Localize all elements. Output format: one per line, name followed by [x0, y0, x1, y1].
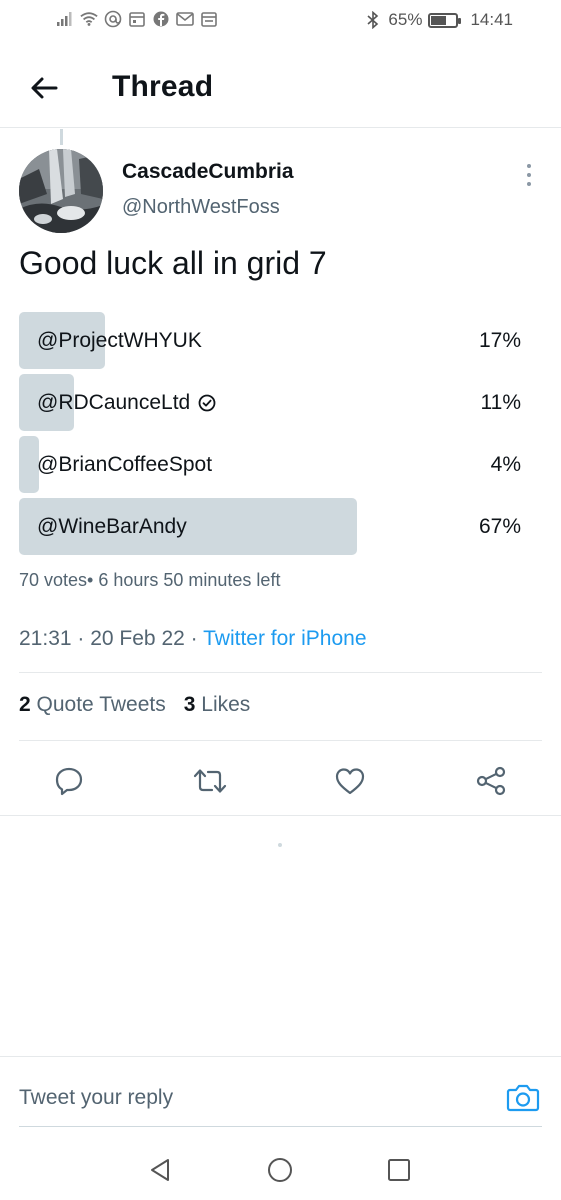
battery-level: [431, 15, 447, 25]
quote-tweets-label: Quote Tweets: [36, 693, 166, 716]
reply-underline: [19, 1126, 542, 1127]
tweet-timestamp: 21:31 · 20 Feb 22 · Twitter for iPhone: [19, 627, 367, 651]
divider: [0, 815, 561, 816]
more-dot: [527, 182, 531, 186]
poll-option-label: @RDCaunceLtd: [37, 391, 191, 414]
like-button[interactable]: [330, 761, 370, 801]
nav-recents-button[interactable]: [381, 1152, 417, 1188]
status-icons-left: [56, 10, 218, 28]
tweet-stats: 2 Quote Tweets 3 Likes: [19, 693, 250, 717]
camera-button[interactable]: [505, 1079, 541, 1115]
likes-stat[interactable]: 3 Likes: [184, 693, 251, 717]
battery-percent: 65%: [388, 10, 423, 29]
triangle-back-icon: [151, 1159, 169, 1181]
poll-option-label: @ProjectWHYUK: [37, 329, 202, 352]
quote-tweets-count: 2: [19, 693, 31, 716]
reply-icon: [55, 767, 83, 796]
back-button[interactable]: [26, 70, 62, 106]
reply-input[interactable]: [19, 1083, 459, 1113]
separator-dot: ·: [77, 627, 91, 650]
poll-option-percent: 11%: [480, 391, 521, 414]
battery-icon: [428, 12, 462, 28]
loading-indicator: [278, 843, 282, 847]
facebook-icon: [152, 10, 170, 28]
more-options-button[interactable]: [519, 160, 539, 190]
poll-meta: 70 votes• 6 hours 50 minutes left: [19, 570, 281, 590]
status-icons-right: 65% 14:41: [364, 10, 513, 30]
poll-option-label-wrap: @ProjectWHYUK: [37, 329, 202, 353]
thread-connector-line: [60, 129, 63, 145]
heart-icon: [335, 768, 365, 795]
tweet-date[interactable]: 20 Feb 22: [90, 627, 185, 650]
system-nav-bar: [0, 1140, 561, 1200]
app-header: Thread: [0, 56, 561, 128]
poll: @ProjectWHYUK 17% @RDCaunceLtd 11% @Bria…: [19, 312, 523, 560]
poll-option-label-wrap: @WineBarAndy: [37, 515, 187, 539]
display-name[interactable]: CascadeCumbria: [122, 160, 294, 184]
avatar[interactable]: [19, 149, 103, 233]
poll-option: @RDCaunceLtd 11%: [19, 374, 523, 431]
calendar-icon: [200, 10, 218, 28]
retweet-icon: [193, 769, 227, 793]
separator-dot: ·: [190, 627, 204, 650]
reply-bar: [0, 1056, 561, 1128]
waterfall-avatar-image: [19, 149, 103, 233]
signal-icon: [56, 10, 74, 28]
poll-option-percent: 17%: [478, 329, 521, 352]
reply-button[interactable]: [49, 761, 89, 801]
verified-check-icon: [198, 394, 216, 412]
tweet-time[interactable]: 21:31: [19, 627, 72, 650]
mail-icon: [176, 10, 194, 28]
circle-home-icon: [268, 1158, 292, 1182]
at-icon: [104, 10, 122, 28]
likes-count: 3: [183, 693, 196, 716]
tweet-actions: [0, 755, 561, 805]
share-icon: [476, 766, 506, 796]
poll-option-label-wrap: @RDCaunceLtd: [37, 391, 216, 415]
clock: 14:41: [470, 10, 513, 29]
arrow-left-icon: [31, 77, 58, 99]
divider: [19, 740, 542, 741]
poll-option-label-wrap: @BrianCoffeeSpot: [37, 453, 212, 477]
nav-home-button[interactable]: [262, 1152, 298, 1188]
bluetooth-icon: [364, 11, 382, 29]
more-dot: [527, 164, 531, 168]
poll-option: @WineBarAndy 67%: [19, 498, 523, 555]
wifi-icon: [80, 10, 98, 28]
tweet-text: Good luck all in grid 7: [19, 245, 327, 281]
poll-option-label: @BrianCoffeeSpot: [37, 453, 213, 476]
calendar-icon: [128, 10, 146, 28]
camera-icon: [506, 1084, 540, 1112]
poll-option-percent: 4%: [490, 453, 521, 476]
user-handle[interactable]: @NorthWestFoss: [122, 196, 280, 219]
page-title: Thread: [112, 70, 214, 103]
retweet-button[interactable]: [190, 761, 230, 801]
quote-tweets-stat[interactable]: 2 Quote Tweets: [19, 693, 166, 717]
status-bar: 65% 14:41: [0, 0, 561, 40]
likes-label: Likes: [201, 693, 251, 716]
divider: [19, 672, 542, 673]
more-dot: [527, 173, 531, 177]
tweet-source-link[interactable]: Twitter for iPhone: [203, 627, 366, 650]
poll-option-label: @WineBarAndy: [37, 515, 187, 538]
poll-option-percent: 67%: [478, 515, 521, 538]
nav-back-button[interactable]: [142, 1152, 178, 1188]
share-button[interactable]: [471, 761, 511, 801]
poll-option: @ProjectWHYUK 17%: [19, 312, 523, 369]
square-recents-icon: [388, 1159, 410, 1181]
poll-option: @BrianCoffeeSpot 4%: [19, 436, 523, 493]
